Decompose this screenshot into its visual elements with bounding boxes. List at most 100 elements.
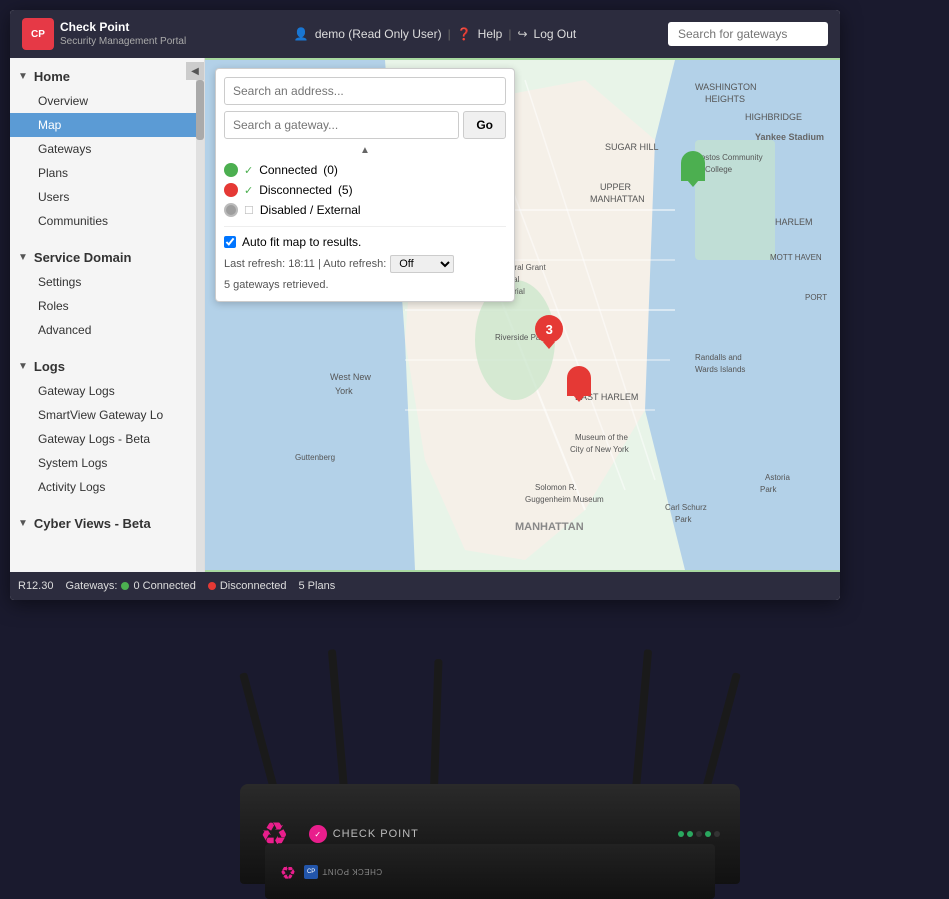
svg-text:SUGAR HILL: SUGAR HILL [605,142,659,152]
second-brand: CP CHECK POINT [304,865,382,879]
led-3 [696,831,702,837]
user-icon: 👤 [294,27,309,41]
svg-text:Carl Schurz: Carl Schurz [665,503,707,512]
sidebar-item-activity-logs[interactable]: Activity Logs [10,475,204,499]
connected-dot [224,163,238,177]
arrow-icon: ▼ [18,361,28,372]
sidebar: ◀ ▼ Home Overview Map Gateways Plans Use… [10,58,205,572]
antenna-3 [430,659,443,789]
version-label: R12.30 [18,580,53,592]
status-bar-version: R12.30 [18,580,53,592]
router-body: ♻ ✓ CHECK POINT ♻ CP CHECK POINT [240,604,740,884]
retrieved-text: 5 gateways retrieved. [224,277,506,293]
status-bar-gateways: Gateways: 0 Connected [65,580,195,592]
disconnected-label: Disconnected [259,183,332,197]
svg-text:UPPER: UPPER [600,182,632,192]
status-row-connected: ✓ Connected (0) [224,160,506,180]
nav-section-cyber-views: ▼ Cyber Views - Beta [10,505,204,542]
search-panel: Go ▲ ✓ Connected (0) ✓ Disconnected [215,68,515,302]
sidebar-item-gateway-logs-beta[interactable]: Gateway Logs - Beta [10,427,204,451]
disabled-dot [224,203,238,217]
svg-text:Park: Park [760,485,777,494]
logout-icon: ↪ [517,27,527,41]
sidebar-item-map[interactable]: Map [10,113,204,137]
check-icon-disconnected: ✓ [244,184,253,197]
led-1 [678,831,684,837]
second-logo: ♻ [280,861,296,882]
led-5 [714,831,720,837]
sidebar-collapse-button[interactable]: ◀ [186,62,204,80]
map-marker-cluster[interactable]: 3 [535,315,563,343]
logo-icon: CP [22,18,54,50]
gateway-search-input[interactable] [668,22,828,46]
logo-text: Check Point Security Management Portal [60,20,186,49]
sidebar-item-communities[interactable]: Communities [10,209,204,233]
main-layout: ◀ ▼ Home Overview Map Gateways Plans Use… [10,58,840,572]
check-icon-disabled: ☐ [244,204,254,217]
nav-group-service-domain[interactable]: ▼ Service Domain [10,245,204,270]
sidebar-item-settings[interactable]: Settings [10,270,204,294]
antenna-4 [632,649,652,789]
auto-fit-checkbox[interactable] [224,236,236,248]
second-brand-icon: CP [304,865,318,879]
arrow-icon: ▼ [18,71,28,82]
nav-section-logs: ▼ Logs Gateway Logs SmartView Gateway Lo… [10,348,204,505]
logout-label[interactable]: Log Out [534,27,577,41]
connected-count: (0) [323,163,338,177]
svg-text:Park: Park [675,515,692,524]
svg-text:HEIGHTS: HEIGHTS [705,94,745,104]
router-hardware: ♻ ✓ CHECK POINT ♻ CP CHECK POINT [180,524,800,884]
led-2 [687,831,693,837]
sidebar-item-roles[interactable]: Roles [10,294,204,318]
header-nav: 👤 demo (Read Only User) | ❓ Help | ↪ Log… [210,27,660,41]
disconnected-count: (5) [338,183,353,197]
disconnected-dot [224,183,238,197]
sidebar-item-gateway-logs[interactable]: Gateway Logs [10,379,204,403]
collapse-arrow-icon: ▲ [360,145,370,156]
sidebar-item-plans[interactable]: Plans [10,161,204,185]
antenna-1 [239,672,278,790]
svg-text:Guggenheim Museum: Guggenheim Museum [525,495,604,504]
gateways-label: Gateways: [65,580,117,592]
router-brand: ✓ CHECK POINT [309,825,419,843]
sidebar-item-smartview-gateway-logs[interactable]: SmartView Gateway Lo [10,403,204,427]
go-button[interactable]: Go [463,111,506,139]
brand-icon: ✓ [309,825,327,843]
arrow-icon: ▼ [18,518,28,529]
help-label[interactable]: Help [478,27,503,41]
svg-text:MANHATTAN: MANHATTAN [590,194,645,204]
sidebar-item-gateways[interactable]: Gateways [10,137,204,161]
router-leds [678,831,720,837]
panel-collapse-button[interactable]: ▲ [224,145,506,156]
sidebar-item-overview[interactable]: Overview [10,89,204,113]
app-header: CP Check Point Security Management Porta… [10,10,840,58]
status-row-disconnected: ✓ Disconnected (5) [224,180,506,200]
auto-refresh-select[interactable]: Off 1 min 5 min 10 min [390,255,454,273]
svg-text:WASHINGTON: WASHINGTON [695,82,757,92]
map-marker-red[interactable] [567,366,591,396]
address-search-input[interactable] [224,77,506,105]
sidebar-item-system-logs[interactable]: System Logs [10,451,204,475]
nav-group-home[interactable]: ▼ Home [10,64,204,89]
nav-section-service-domain: ▼ Service Domain Settings Roles Advanced [10,239,204,348]
auto-fit-label: Auto fit map to results. [242,235,361,249]
nav-group-cyber-views[interactable]: ▼ Cyber Views - Beta [10,511,204,536]
refresh-label: Last refresh: 18:11 | Auto refresh: [224,258,386,270]
sidebar-item-users[interactable]: Users [10,185,204,209]
nav-section-home: ▼ Home Overview Map Gateways Plans Users… [10,58,204,239]
nav-group-cyber-views-label: Cyber Views - Beta [34,516,151,531]
sidebar-item-advanced[interactable]: Advanced [10,318,204,342]
svg-text:Wards Islands: Wards Islands [695,365,745,374]
red-pin [567,366,591,396]
arrow-icon: ▼ [18,252,28,263]
refresh-row: Last refresh: 18:11 | Auto refresh: Off … [224,251,506,277]
svg-text:City of New York: City of New York [570,445,630,454]
map-marker-green[interactable] [681,151,705,181]
check-icon-connected: ✓ [244,164,253,177]
svg-text:HARLEM: HARLEM [775,217,813,227]
router-second-unit: ♻ CP CHECK POINT [265,844,715,899]
nav-group-logs[interactable]: ▼ Logs [10,354,204,379]
svg-text:York: York [335,386,353,396]
gateway-filter-input[interactable] [224,111,459,139]
green-pin [681,151,705,181]
